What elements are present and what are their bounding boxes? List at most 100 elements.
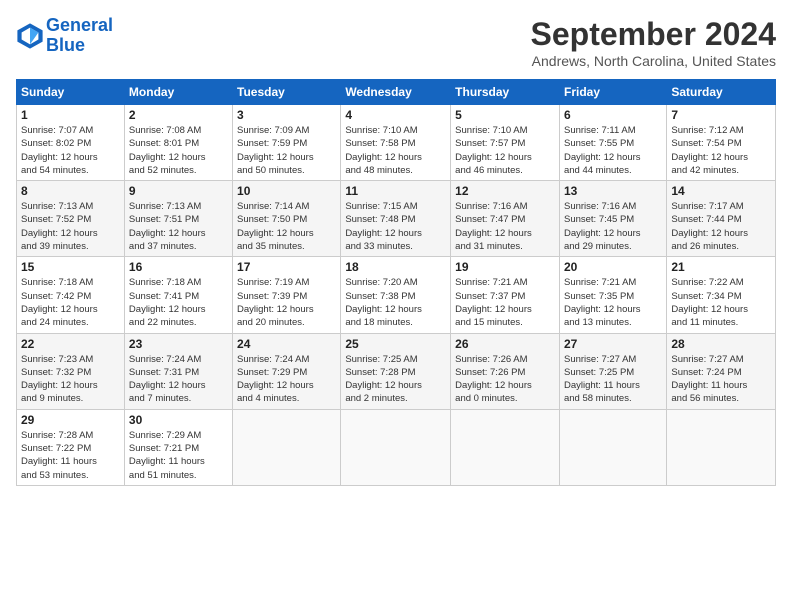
- calendar-cell: 18Sunrise: 7:20 AM Sunset: 7:38 PM Dayli…: [341, 257, 451, 333]
- calendar-cell: 20 Sunrise: 7:21 AM Sunset: 7:35 PM Dayli…: [559, 257, 666, 333]
- day-header-monday: Monday: [124, 80, 232, 105]
- day-number: 15: [21, 260, 120, 274]
- calendar-cell: 27 Sunrise: 7:27 AM Sunset: 7:25 PM Dayli…: [559, 333, 666, 409]
- calendar-cell: 4 Sunrise: 7:10 AM Sunset: 7:58 PM Daylig…: [341, 105, 451, 181]
- day-header-saturday: Saturday: [667, 80, 776, 105]
- calendar-cell: 14Sunrise: 7:17 AM Sunset: 7:44 PM Dayli…: [667, 181, 776, 257]
- day-number: 7: [671, 108, 771, 122]
- calendar-cell: 15 Sunrise: 7:18 AM Sunset: 7:42 PM Dayli…: [17, 257, 125, 333]
- calendar-cell: 16 Sunrise: 7:18 AM Sunset: 7:41 PM Dayli…: [124, 257, 232, 333]
- calendar-cell: 1 Sunrise: 7:07 AM Sunset: 8:02 PM Daylig…: [17, 105, 125, 181]
- day-number: 30: [129, 413, 228, 427]
- day-info: Sunrise: 7:23 AM Sunset: 7:32 PM Dayligh…: [21, 353, 120, 406]
- day-number: 3: [237, 108, 336, 122]
- day-info: Sunrise: 7:16 AM Sunset: 7:47 PM Dayligh…: [455, 200, 555, 253]
- month-title: September 2024: [531, 16, 776, 53]
- calendar-cell: 30 Sunrise: 7:29 AM Sunset: 7:21 PM Dayli…: [124, 409, 232, 485]
- logo-text: General Blue: [46, 16, 113, 56]
- calendar-cell: 19 Sunrise: 7:21 AM Sunset: 7:37 PM Dayli…: [451, 257, 560, 333]
- calendar-cell: 24 Sunrise: 7:24 AM Sunset: 7:29 PM Dayli…: [233, 333, 341, 409]
- day-number: 9: [129, 184, 228, 198]
- calendar-table: SundayMondayTuesdayWednesdayThursdayFrid…: [16, 79, 776, 486]
- title-section: September 2024 Andrews, North Carolina, …: [531, 16, 776, 69]
- day-info: Sunrise: 7:28 AM Sunset: 7:22 PM Dayligh…: [21, 429, 120, 482]
- calendar-week-4: 22 Sunrise: 7:23 AM Sunset: 7:32 PM Dayli…: [17, 333, 776, 409]
- calendar-cell: 9 Sunrise: 7:13 AM Sunset: 7:51 PM Daylig…: [124, 181, 232, 257]
- day-number: 24: [237, 337, 336, 351]
- day-info: Sunrise: 7:21 AM Sunset: 7:35 PM Dayligh…: [564, 276, 662, 329]
- day-info: Sunrise: 7:22 AM Sunset: 7:34 PM Dayligh…: [671, 276, 771, 329]
- day-number: 4: [345, 108, 446, 122]
- calendar-cell: [451, 409, 560, 485]
- day-info: Sunrise: 7:08 AM Sunset: 8:01 PM Dayligh…: [129, 124, 228, 177]
- calendar-week-5: 29 Sunrise: 7:28 AM Sunset: 7:22 PM Dayli…: [17, 409, 776, 485]
- day-number: 20: [564, 260, 662, 274]
- calendar-cell: 2Sunrise: 7:08 AM Sunset: 8:01 PM Daylig…: [124, 105, 232, 181]
- day-info: Sunrise: 7:20 AM Sunset: 7:38 PM Dayligh…: [345, 276, 446, 329]
- day-number: 27: [564, 337, 662, 351]
- day-number: 13: [564, 184, 662, 198]
- day-info: Sunrise: 7:10 AM Sunset: 7:58 PM Dayligh…: [345, 124, 446, 177]
- calendar-week-3: 15 Sunrise: 7:18 AM Sunset: 7:42 PM Dayli…: [17, 257, 776, 333]
- day-header-friday: Friday: [559, 80, 666, 105]
- day-number: 16: [129, 260, 228, 274]
- logo: General Blue: [16, 16, 113, 56]
- calendar-cell: 11 Sunrise: 7:15 AM Sunset: 7:48 PM Dayli…: [341, 181, 451, 257]
- calendar-cell: 23Sunrise: 7:24 AM Sunset: 7:31 PM Dayli…: [124, 333, 232, 409]
- logo-line1: General: [46, 15, 113, 35]
- day-info: Sunrise: 7:27 AM Sunset: 7:25 PM Dayligh…: [564, 353, 662, 406]
- day-number: 6: [564, 108, 662, 122]
- calendar-cell: 17Sunrise: 7:19 AM Sunset: 7:39 PM Dayli…: [233, 257, 341, 333]
- calendar-cell: 29 Sunrise: 7:28 AM Sunset: 7:22 PM Dayli…: [17, 409, 125, 485]
- calendar-cell: 7 Sunrise: 7:12 AM Sunset: 7:54 PM Daylig…: [667, 105, 776, 181]
- day-info: Sunrise: 7:09 AM Sunset: 7:59 PM Dayligh…: [237, 124, 336, 177]
- calendar-cell: 12Sunrise: 7:16 AM Sunset: 7:47 PM Dayli…: [451, 181, 560, 257]
- calendar-cell: [559, 409, 666, 485]
- calendar-cell: [341, 409, 451, 485]
- day-info: Sunrise: 7:27 AM Sunset: 7:24 PM Dayligh…: [671, 353, 771, 406]
- day-number: 28: [671, 337, 771, 351]
- day-number: 26: [455, 337, 555, 351]
- day-number: 1: [21, 108, 120, 122]
- day-info: Sunrise: 7:14 AM Sunset: 7:50 PM Dayligh…: [237, 200, 336, 253]
- day-info: Sunrise: 7:18 AM Sunset: 7:41 PM Dayligh…: [129, 276, 228, 329]
- calendar-week-1: 1 Sunrise: 7:07 AM Sunset: 8:02 PM Daylig…: [17, 105, 776, 181]
- day-header-thursday: Thursday: [451, 80, 560, 105]
- calendar-cell: [667, 409, 776, 485]
- calendar-cell: 3 Sunrise: 7:09 AM Sunset: 7:59 PM Daylig…: [233, 105, 341, 181]
- calendar-cell: 22 Sunrise: 7:23 AM Sunset: 7:32 PM Dayli…: [17, 333, 125, 409]
- day-number: 21: [671, 260, 771, 274]
- calendar-cell: 5Sunrise: 7:10 AM Sunset: 7:57 PM Daylig…: [451, 105, 560, 181]
- header: General Blue September 2024 Andrews, Nor…: [16, 16, 776, 69]
- main-container: General Blue September 2024 Andrews, Nor…: [0, 0, 792, 494]
- day-number: 14: [671, 184, 771, 198]
- day-number: 10: [237, 184, 336, 198]
- day-header-wednesday: Wednesday: [341, 80, 451, 105]
- day-info: Sunrise: 7:13 AM Sunset: 7:52 PM Dayligh…: [21, 200, 120, 253]
- day-info: Sunrise: 7:29 AM Sunset: 7:21 PM Dayligh…: [129, 429, 228, 482]
- calendar-cell: 8 Sunrise: 7:13 AM Sunset: 7:52 PM Daylig…: [17, 181, 125, 257]
- day-info: Sunrise: 7:21 AM Sunset: 7:37 PM Dayligh…: [455, 276, 555, 329]
- day-number: 11: [345, 184, 446, 198]
- day-info: Sunrise: 7:12 AM Sunset: 7:54 PM Dayligh…: [671, 124, 771, 177]
- logo-icon: [16, 22, 44, 50]
- logo-line2: Blue: [46, 35, 85, 55]
- day-number: 8: [21, 184, 120, 198]
- day-number: 22: [21, 337, 120, 351]
- day-info: Sunrise: 7:15 AM Sunset: 7:48 PM Dayligh…: [345, 200, 446, 253]
- day-info: Sunrise: 7:07 AM Sunset: 8:02 PM Dayligh…: [21, 124, 120, 177]
- calendar-cell: 28 Sunrise: 7:27 AM Sunset: 7:24 PM Dayli…: [667, 333, 776, 409]
- day-info: Sunrise: 7:11 AM Sunset: 7:55 PM Dayligh…: [564, 124, 662, 177]
- day-info: Sunrise: 7:25 AM Sunset: 7:28 PM Dayligh…: [345, 353, 446, 406]
- day-number: 19: [455, 260, 555, 274]
- day-number: 17: [237, 260, 336, 274]
- day-info: Sunrise: 7:18 AM Sunset: 7:42 PM Dayligh…: [21, 276, 120, 329]
- day-info: Sunrise: 7:24 AM Sunset: 7:29 PM Dayligh…: [237, 353, 336, 406]
- header-row: SundayMondayTuesdayWednesdayThursdayFrid…: [17, 80, 776, 105]
- day-header-tuesday: Tuesday: [233, 80, 341, 105]
- day-info: Sunrise: 7:13 AM Sunset: 7:51 PM Dayligh…: [129, 200, 228, 253]
- day-number: 29: [21, 413, 120, 427]
- calendar-cell: 6 Sunrise: 7:11 AM Sunset: 7:55 PM Daylig…: [559, 105, 666, 181]
- day-info: Sunrise: 7:16 AM Sunset: 7:45 PM Dayligh…: [564, 200, 662, 253]
- calendar-cell: 13 Sunrise: 7:16 AM Sunset: 7:45 PM Dayli…: [559, 181, 666, 257]
